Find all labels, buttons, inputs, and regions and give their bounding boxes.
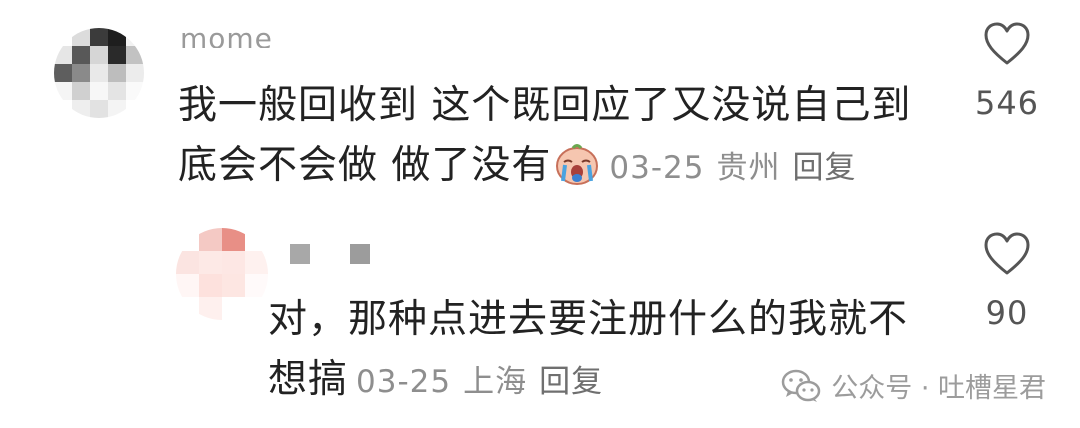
heart-icon[interactable] [983, 232, 1031, 276]
comment-body: 我一般回收到 这个既回应了又没说自己到底会不会做 做了没有 03-25 贵州 回复 [178, 76, 918, 198]
like-count: 90 [985, 294, 1029, 332]
watermark: 公众号 · 吐槽星君 [781, 366, 1046, 405]
comment-location: 贵州 [716, 150, 781, 186]
avatar[interactable] [54, 28, 144, 118]
reply-button[interactable]: 回复 [793, 150, 857, 186]
username[interactable]: mome [180, 24, 273, 48]
reply-button[interactable]: 回复 [539, 364, 603, 400]
redaction-block [350, 244, 370, 264]
wechat-icon [782, 369, 821, 402]
like-button[interactable]: 90 [952, 232, 1062, 332]
comment-thread: mome 我一般回收到 这个既回应了又没说自己到底会不会做 做了没有 03-25… [0, 0, 1080, 428]
watermark-text: 公众号 · 吐槽星君 [831, 373, 1046, 404]
comment-meta: 03-25 上海 回复 [356, 364, 615, 400]
avatar[interactable] [176, 228, 268, 320]
comment-date: 03-25 [609, 150, 705, 186]
comment-meta: 03-25 贵州 回复 [609, 150, 868, 186]
comment-location: 上海 [463, 364, 528, 400]
like-count: 546 [974, 84, 1040, 122]
like-button[interactable]: 546 [952, 22, 1062, 122]
redaction-block [290, 244, 310, 264]
heart-icon[interactable] [983, 22, 1031, 66]
comment-date: 03-25 [356, 364, 452, 400]
crying-face-emoji-icon [556, 144, 599, 185]
username-redacted[interactable] [290, 244, 370, 264]
